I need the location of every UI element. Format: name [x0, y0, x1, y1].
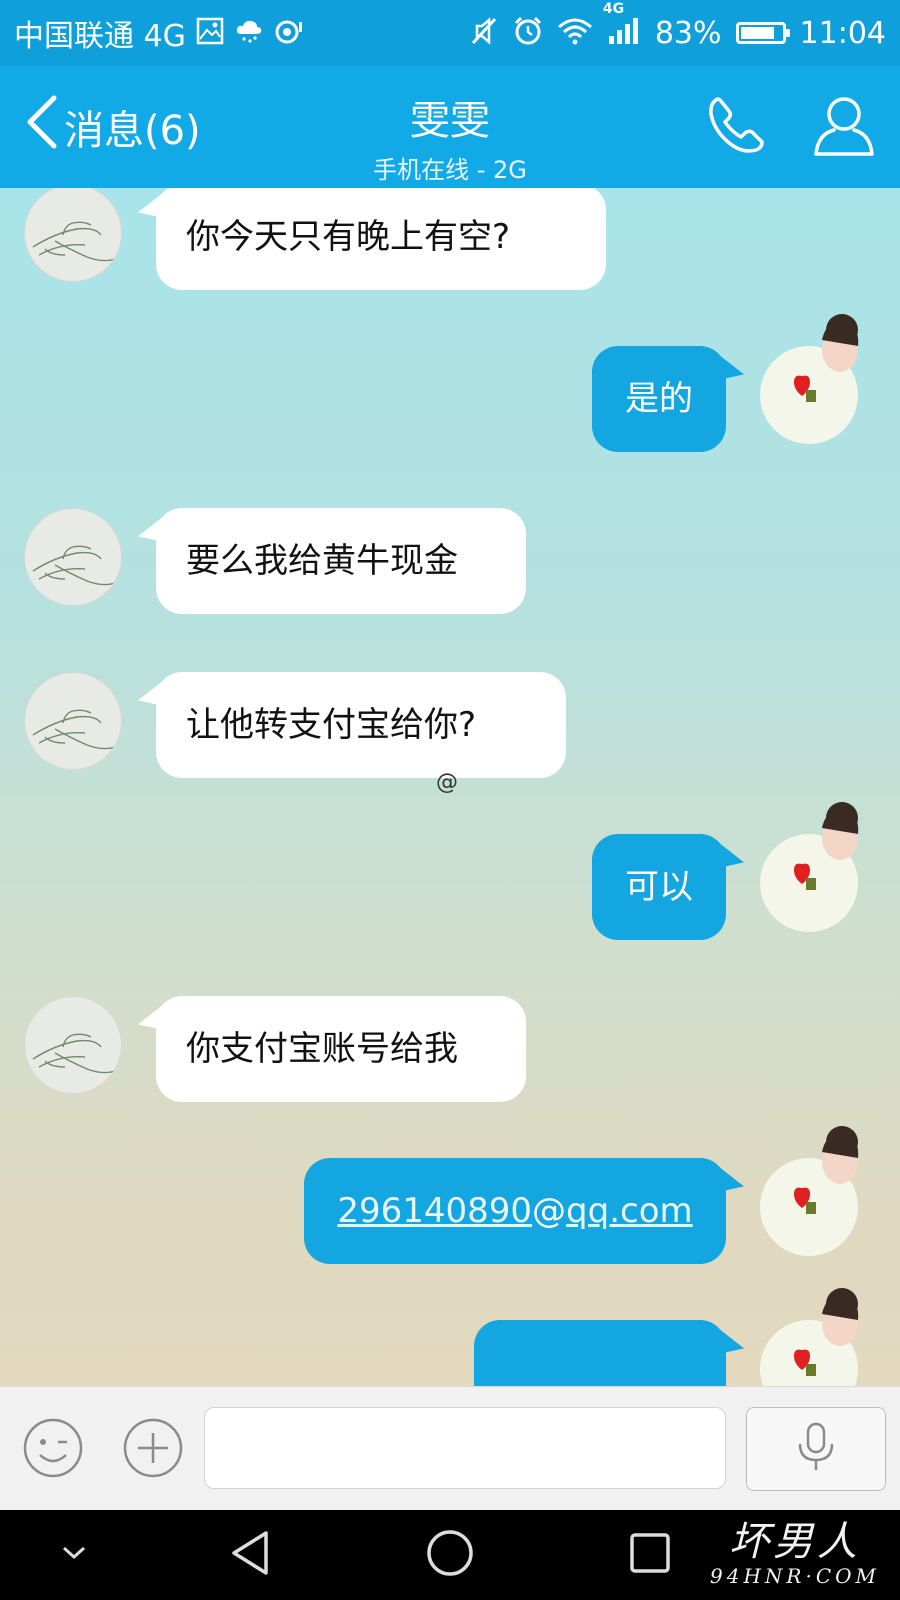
- message-bubble-incoming[interactable]: 要么我给黄牛现金: [156, 508, 526, 614]
- my-avatar[interactable]: [760, 1288, 859, 1386]
- battery-icon: [735, 22, 790, 44]
- status-bar: 中国联通 4G 4G 83% 11:04: [0, 0, 900, 66]
- hand-drawing-icon: [32, 545, 116, 586]
- portrait-sticker-icon: [794, 314, 859, 402]
- watermark-subtext: 94HNR·COM: [710, 1564, 880, 1588]
- message-text: 你今天只有晚上有空?: [186, 217, 511, 257]
- phone-icon: [706, 97, 766, 160]
- message-bubble-outgoing[interactable]: 296140890 @ qq.com: [304, 1158, 726, 1264]
- back-triangle-icon: [228, 1529, 272, 1581]
- mute-icon: [469, 16, 499, 51]
- camera-icon: [274, 18, 304, 49]
- input-bar: [0, 1386, 900, 1510]
- voice-button[interactable]: [746, 1407, 886, 1491]
- clock: 11:04: [799, 15, 886, 51]
- system-nav-bar: 坏男人 94HNR·COM: [0, 1510, 900, 1600]
- email-link-user[interactable]: 296140890: [337, 1194, 532, 1228]
- message-bubble-incoming[interactable]: 你今天只有晚上有空?: [156, 188, 606, 290]
- wifi-icon: [557, 17, 593, 50]
- chevron-down-icon: [60, 1544, 88, 1566]
- microphone-icon: [796, 1422, 836, 1476]
- portrait-sticker-icon: [794, 802, 859, 890]
- email-link-domain[interactable]: qq.com: [566, 1194, 693, 1228]
- gallery-icon: [196, 17, 224, 50]
- contact-avatar[interactable]: [24, 508, 122, 606]
- add-button[interactable]: [122, 1417, 184, 1483]
- email-at-sign: @: [532, 1191, 567, 1231]
- home-nav-button[interactable]: [410, 1510, 490, 1600]
- back-nav-button[interactable]: [210, 1510, 290, 1600]
- message-input[interactable]: [204, 1407, 726, 1489]
- message-text: 是的: [625, 379, 693, 419]
- battery-percent: 83%: [654, 15, 722, 51]
- message-bubble-incoming[interactable]: 你支付宝账号给我: [156, 996, 526, 1102]
- message-text: 让他转支付宝给你?: [186, 705, 477, 745]
- contact-avatar[interactable]: [24, 672, 122, 770]
- profile-icon: [812, 97, 876, 162]
- contact-avatar[interactable]: [24, 188, 122, 282]
- hand-drawing-icon: [32, 1033, 116, 1074]
- message-bubble-incoming[interactable]: 让他转支付宝给你?: [156, 672, 566, 778]
- chat-header: 消息(6) 雯雯 手机在线 - 2G: [0, 66, 900, 188]
- message-text: 要么我给黄牛现金: [186, 541, 458, 581]
- recents-square-icon: [628, 1531, 672, 1579]
- alarm-icon: [513, 16, 543, 51]
- recents-nav-button[interactable]: [610, 1510, 690, 1600]
- hide-nav-button[interactable]: [44, 1510, 104, 1600]
- message-text: 可以: [625, 867, 693, 907]
- battery-level: [740, 27, 774, 39]
- my-avatar[interactable]: [760, 802, 859, 932]
- signal-icon: 4G: [603, 2, 641, 51]
- message-text: 你支付宝账号给我: [186, 1029, 458, 1069]
- emoji-button[interactable]: [22, 1417, 84, 1483]
- portrait-sticker-icon: [794, 1126, 859, 1214]
- my-avatar[interactable]: [760, 1126, 859, 1256]
- carrier-label: 中国联通 4G: [14, 19, 186, 54]
- portrait-sticker-icon: [794, 1288, 859, 1376]
- hand-drawing-icon: [32, 221, 116, 262]
- plus-icon: [122, 1418, 184, 1483]
- weather-icon: [234, 18, 264, 49]
- watermark: 坏男人 94HNR·COM: [710, 1520, 880, 1588]
- message-bubble-outgoing[interactable]: 是的: [592, 346, 726, 452]
- profile-button[interactable]: [812, 92, 876, 162]
- hand-drawing-icon: [32, 709, 116, 750]
- watermark-text: 坏男人: [729, 1519, 861, 1565]
- message-bubble-outgoing[interactable]: [474, 1320, 726, 1386]
- phone-button[interactable]: [706, 94, 766, 160]
- contact-avatar[interactable]: [24, 996, 122, 1094]
- home-circle-icon: [425, 1528, 475, 1582]
- message-bubble-outgoing[interactable]: 可以: [592, 834, 726, 940]
- my-avatar[interactable]: [760, 314, 859, 444]
- network-badge: 4G: [602, 0, 625, 17]
- emoji-icon: [22, 1418, 84, 1483]
- stray-at-mark: @: [436, 770, 458, 795]
- chat-area[interactable]: 你今天只有晚上有空? 是的 要么我给黄牛现金 让他转支付宝给你? @ 可以 你支…: [0, 188, 900, 1386]
